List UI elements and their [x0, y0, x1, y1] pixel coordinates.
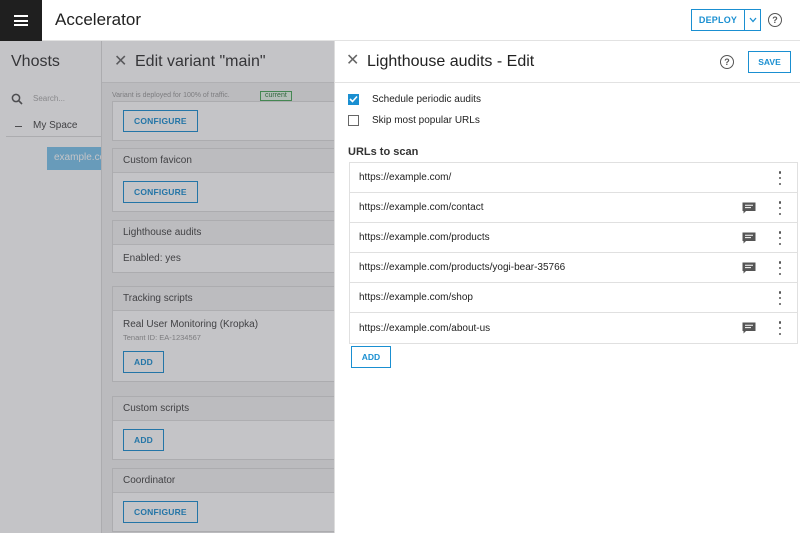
url-text: https://example.com/	[359, 172, 452, 183]
url-row: https://example.com/contact	[350, 193, 797, 223]
option-skip-popular[interactable]: Skip most popular URLs	[348, 113, 480, 127]
url-text: https://example.com/shop	[359, 292, 473, 303]
url-text: https://example.com/about-us	[359, 322, 491, 334]
app-title: Accelerator	[55, 10, 141, 29]
comment-icon[interactable]	[742, 262, 756, 274]
url-row: https://example.com/about-us	[350, 313, 797, 343]
url-row: https://example.com/products	[350, 223, 797, 253]
option-label: Schedule periodic audits	[372, 93, 481, 105]
url-text: https://example.com/contact	[359, 202, 484, 213]
option-schedule-audits[interactable]: Schedule periodic audits	[348, 92, 481, 106]
kebab-menu-icon[interactable]	[778, 291, 782, 305]
deploy-options-button[interactable]	[745, 9, 761, 31]
top-bar: Accelerator DEPLOY ?	[0, 0, 800, 41]
comment-icon[interactable]	[742, 202, 756, 214]
kebab-menu-icon[interactable]	[778, 201, 782, 215]
close-panel-button[interactable]: ✕	[346, 53, 359, 69]
schedule-audits-checkbox[interactable]	[348, 93, 359, 105]
skip-popular-checkbox[interactable]	[348, 114, 359, 126]
hamburger-icon	[14, 15, 28, 26]
close-icon: ✕	[346, 52, 360, 69]
url-row: https://example.com/shop	[350, 283, 797, 313]
kebab-menu-icon[interactable]	[778, 231, 782, 245]
save-button[interactable]: SAVE	[748, 51, 791, 73]
panel-title: Lighthouse audits - Edit	[367, 53, 535, 70]
url-row: https://example.com/products/yogi-bear-3…	[350, 253, 797, 283]
comment-icon[interactable]	[742, 232, 756, 244]
panel-help-button[interactable]: ?	[720, 55, 734, 69]
comment-icon[interactable]	[742, 322, 756, 334]
url-text: https://example.com/products/yogi-bear-3…	[359, 262, 566, 273]
url-list: https://example.com/ https://example.com…	[349, 162, 798, 344]
urls-section-title: URLs to scan	[348, 146, 419, 158]
menu-button[interactable]	[0, 0, 42, 41]
panel-header: ✕ Lighthouse audits - Edit ? SAVE	[335, 41, 800, 83]
modal-overlay[interactable]	[0, 41, 334, 533]
kebab-menu-icon[interactable]	[778, 261, 782, 275]
help-circle-icon: ?	[724, 57, 730, 67]
option-label: Skip most popular URLs	[372, 114, 480, 126]
add-url-button[interactable]: ADD	[351, 346, 391, 368]
url-row: https://example.com/	[350, 163, 797, 193]
kebab-menu-icon[interactable]	[778, 321, 782, 335]
url-text: https://example.com/products	[359, 232, 490, 243]
check-icon	[349, 95, 358, 103]
chevron-down-icon	[749, 17, 756, 23]
lighthouse-edit-panel: ✕ Lighthouse audits - Edit ? SAVE Schedu…	[334, 41, 800, 533]
help-button[interactable]: ?	[768, 13, 782, 27]
deploy-button[interactable]: DEPLOY	[691, 9, 745, 31]
help-circle-icon: ?	[772, 15, 778, 25]
kebab-menu-icon[interactable]	[778, 171, 782, 185]
